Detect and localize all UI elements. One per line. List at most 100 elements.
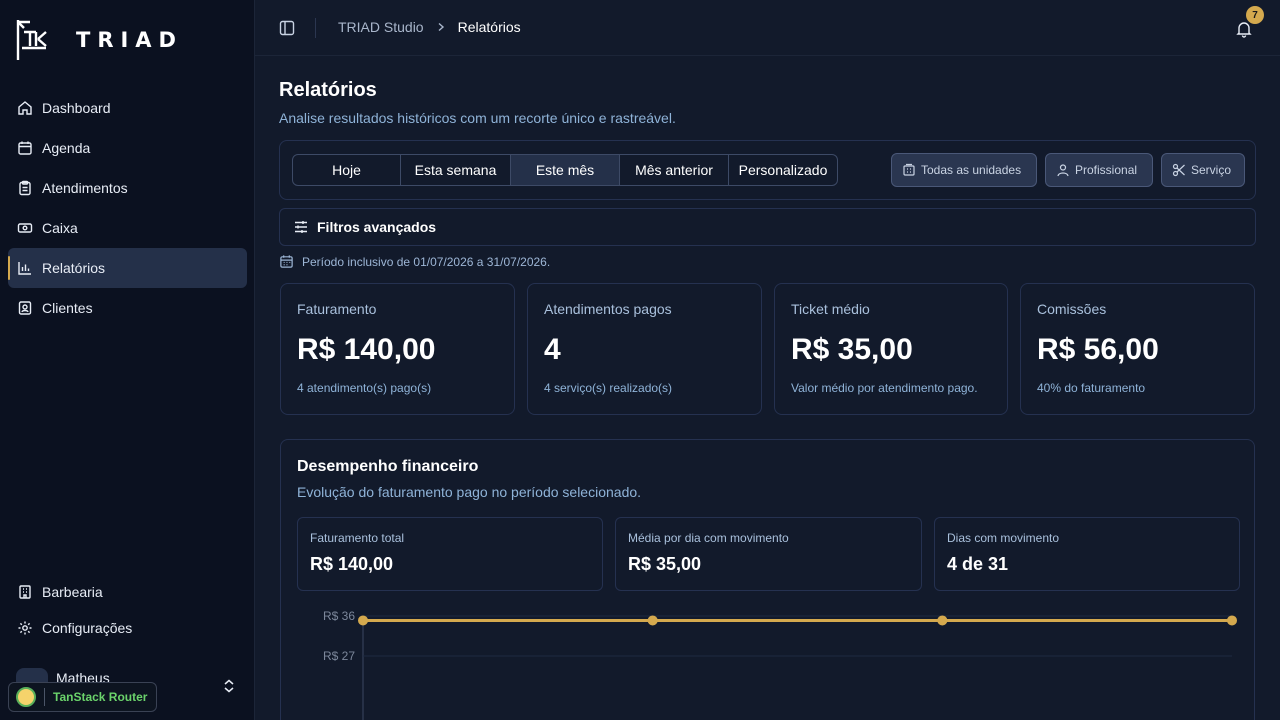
metric-active-days: Dias com movimento 4 de 31 [934, 517, 1240, 591]
sidebar-item-agenda[interactable]: Agenda [8, 128, 247, 168]
contact-icon [18, 301, 32, 315]
period-custom-button[interactable]: Personalizado [729, 155, 837, 185]
revenue-line-chart: R$ 36 R$ 27 [323, 609, 1237, 720]
data-point[interactable] [358, 615, 368, 626]
units-filter-button[interactable]: Todas as unidades [891, 153, 1037, 187]
sidebar-item-label: Caixa [42, 220, 78, 236]
brand-name: TRIAD [76, 28, 183, 52]
stat-note: Valor médio por atendimento pago. [791, 381, 978, 395]
sidebar-item-configuracoes[interactable]: Configurações [8, 610, 247, 646]
section-title: Desempenho financeiro [297, 458, 479, 475]
cash-icon [17, 223, 33, 233]
tanstack-logo-icon [16, 687, 36, 707]
sidebar-item-atendimentos[interactable]: Atendimentos [8, 168, 247, 208]
sidebar-item-relatorios[interactable]: Relatórios [8, 248, 247, 288]
metric-label: Faturamento total [310, 531, 405, 545]
stat-label: Atendimentos pagos [544, 301, 672, 317]
divider [44, 688, 45, 706]
stat-card-revenue: Faturamento R$ 140,00 4 atendimento(s) p… [280, 283, 515, 415]
calendar-icon [18, 141, 32, 155]
user-icon [1057, 164, 1069, 177]
stat-value: R$ 56,00 [1037, 333, 1159, 366]
stat-note: 4 serviço(s) realizado(s) [544, 381, 673, 395]
stat-label: Faturamento [297, 301, 377, 317]
breadcrumb-link-studio[interactable]: TRIAD Studio [338, 19, 424, 35]
y-tick-label: R$ 36 [323, 609, 355, 623]
stat-value: R$ 35,00 [791, 333, 913, 366]
sidebar-item-label: Relatórios [42, 260, 106, 276]
professional-filter-button[interactable]: Profissional [1045, 153, 1153, 187]
sidebar-item-barbearia[interactable]: Barbearia [8, 574, 247, 610]
sidebar-item-label: Clientes [42, 300, 93, 316]
home-icon [18, 101, 32, 115]
data-point[interactable] [647, 615, 658, 626]
professional-filter-label: Profissional [1075, 163, 1138, 177]
metric-daily-average: Média por dia com movimento R$ 35,00 [615, 517, 922, 591]
metric-value: 4 de 31 [947, 554, 1009, 574]
chevron-right-icon [438, 22, 444, 32]
chevron-up-down-icon [224, 679, 234, 693]
stat-value: 4 [544, 333, 561, 366]
period-note: Período inclusivo de 01/07/2026 a 31/07/… [279, 254, 550, 269]
sidebar: TRIAD Dashboard Agenda Atendimentos Caix… [0, 0, 255, 720]
units-filter-label: Todas as unidades [921, 163, 1022, 177]
metric-label: Dias com movimento [947, 531, 1060, 545]
metric-total-revenue: Faturamento total R$ 140,00 [297, 517, 603, 591]
metric-label: Média por dia com movimento [628, 531, 789, 545]
sliders-icon [295, 221, 307, 233]
sidebar-item-label: Atendimentos [42, 180, 128, 196]
period-last-month-button[interactable]: Mês anterior [620, 155, 729, 185]
sidebar-item-clientes[interactable]: Clientes [8, 288, 247, 328]
data-point[interactable] [1227, 615, 1237, 626]
advanced-filters-label: Filtros avançados [317, 219, 437, 235]
period-today-button[interactable]: Hoje [293, 155, 401, 185]
sidebar-toggle-icon[interactable] [279, 20, 295, 36]
stat-label: Comissões [1037, 301, 1107, 317]
building-icon [903, 163, 915, 176]
page-title: Relatórios [279, 79, 377, 101]
section-subtitle: Evolução do faturamento pago no período … [297, 484, 642, 500]
gear-icon [18, 621, 32, 635]
advanced-filters-toggle[interactable]: Filtros avançados [279, 208, 1256, 246]
scissors-icon [1172, 163, 1185, 177]
sidebar-item-label: Barbearia [42, 584, 103, 600]
notification-count-badge: 7 [1246, 6, 1264, 24]
stat-card-average-ticket: Ticket médio R$ 35,00 Valor médio por at… [774, 283, 1008, 415]
stat-note: 40% do faturamento [1037, 381, 1146, 395]
sidebar-bottom-nav: Barbearia Configurações [8, 574, 247, 646]
y-tick-label: R$ 27 [323, 649, 355, 663]
sidebar-item-dashboard[interactable]: Dashboard [8, 88, 247, 128]
financial-performance-card: Desempenho financeiro Evolução do fatura… [280, 439, 1255, 720]
tanstack-label: TanStack Router [53, 690, 148, 704]
period-note-text: Período inclusivo de 01/07/2026 a 31/07/… [302, 254, 551, 269]
service-filter-label: Serviço [1191, 163, 1232, 177]
stat-card-paid-appointments: Atendimentos pagos 4 4 serviço(s) realiz… [527, 283, 762, 415]
tanstack-devtools-button[interactable]: TanStack Router [8, 682, 157, 712]
service-filter-button[interactable]: Serviço [1161, 153, 1245, 187]
sidebar-item-label: Dashboard [42, 100, 111, 116]
filter-bar: Hoje Esta semana Este mês Mês anterior P… [279, 140, 1256, 200]
sidebar-item-caixa[interactable]: Caixa [8, 208, 247, 248]
stat-value: R$ 140,00 [297, 333, 436, 366]
stat-label: Ticket médio [791, 301, 870, 317]
period-selector: Hoje Esta semana Este mês Mês anterior P… [292, 154, 838, 186]
breadcrumb-current: Relatórios [457, 19, 521, 35]
building-icon [19, 585, 31, 599]
metric-value: R$ 140,00 [310, 554, 394, 574]
bar-chart-icon [18, 262, 31, 275]
brand-logo[interactable]: TRIAD [16, 18, 183, 62]
stat-card-commissions: Comissões R$ 56,00 40% do faturamento [1020, 283, 1255, 415]
page-subtitle: Analise resultados históricos com um rec… [279, 110, 676, 126]
period-this-month-button[interactable]: Este mês [511, 155, 620, 185]
calendar-icon [280, 255, 293, 268]
clipboard-icon [19, 180, 31, 196]
stat-note: 4 atendimento(s) pago(s) [297, 381, 432, 395]
data-point[interactable] [937, 615, 948, 626]
sidebar-item-label: Agenda [42, 140, 91, 156]
period-this-week-button[interactable]: Esta semana [401, 155, 511, 185]
sidebar-nav: Dashboard Agenda Atendimentos Caixa Rela… [8, 88, 247, 328]
divider [315, 18, 316, 38]
top-header: TRIAD Studio Relatórios 7 [255, 0, 1280, 56]
breadcrumb: TRIAD Studio Relatórios [338, 19, 521, 35]
triad-logo-icon [16, 20, 47, 60]
